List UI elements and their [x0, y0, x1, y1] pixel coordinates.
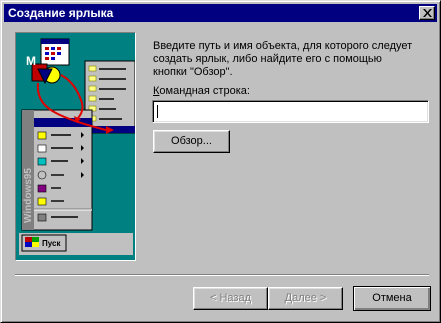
instruction-line: Введите путь и имя объекта, для которого…	[153, 40, 413, 52]
next-button[interactable]: Далее >	[268, 287, 343, 310]
command-line-label: Командная строка:	[153, 85, 250, 97]
close-icon	[423, 9, 432, 17]
start-menu-side-text: Windows95	[23, 168, 34, 223]
cancel-button[interactable]: Отмена	[353, 286, 431, 311]
program-window-icon	[40, 38, 70, 66]
instruction-line: кнопки "Обзор".	[153, 66, 233, 78]
instruction-line: создать ярлык, либо найдите его с помощь…	[153, 53, 382, 65]
close-button[interactable]	[419, 6, 435, 20]
create-shortcut-dialog: Создание ярлыка M Windows95 Пуск Введите…	[0, 0, 441, 323]
separator-line	[15, 274, 429, 276]
command-line-input[interactable]	[152, 100, 429, 123]
title-bar[interactable]: Создание ярлыка	[4, 4, 437, 22]
wizard-illustration: M Windows95 Пуск	[15, 32, 136, 261]
shortcut-illustration-graphic: M Windows95 Пуск	[19, 38, 136, 255]
back-button[interactable]: < Назад	[193, 287, 268, 310]
start-menu: Windows95	[21, 109, 93, 231]
text-caret	[157, 105, 158, 118]
instruction-text: Введите путь и имя объекта, для которого…	[153, 40, 423, 79]
window-title: Создание ярлыка	[8, 6, 114, 20]
svg-text:M: M	[26, 54, 36, 68]
command-line-label-rest: омандная строка:	[159, 85, 250, 97]
taskbar: Пуск	[19, 233, 133, 255]
taskbar-start-text: Пуск	[42, 239, 61, 248]
browse-button[interactable]: Обзор...	[153, 130, 230, 153]
